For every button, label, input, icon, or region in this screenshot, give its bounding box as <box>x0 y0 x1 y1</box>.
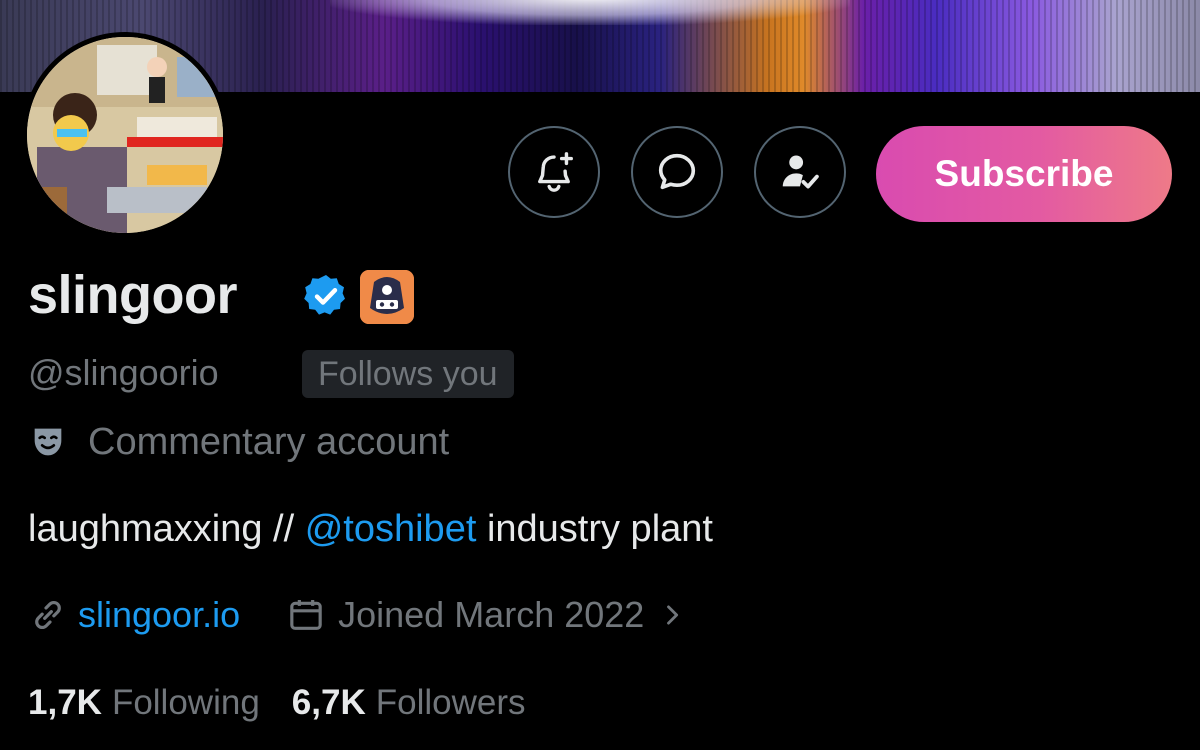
affiliate-badge-icon[interactable] <box>360 270 414 324</box>
profile-meta: slingoor.io Joined March 2022 <box>28 592 686 638</box>
calendar-icon <box>290 600 322 630</box>
following-label: Following <box>111 683 260 722</box>
avatar-image <box>27 37 223 233</box>
account-label-text: Commentary account <box>88 420 450 463</box>
bio-text: laughmaxxing // <box>28 508 305 550</box>
link-icon <box>35 600 61 630</box>
theater-mask-icon <box>34 428 62 456</box>
website-link[interactable]: slingoor.io <box>78 594 240 636</box>
chevron-right-icon[interactable] <box>658 601 686 629</box>
verified-badge-icon[interactable] <box>302 272 350 320</box>
profile-stats: 1,7K Following 6,7K Followers <box>28 680 526 726</box>
bell-plus-icon <box>538 152 573 192</box>
joined-date[interactable]: Joined March 2022 <box>338 594 644 636</box>
following-button[interactable] <box>754 126 846 218</box>
profile-handle: @slingoorio <box>28 352 219 393</box>
display-name: slingoor <box>28 265 238 325</box>
message-button[interactable] <box>631 126 723 218</box>
following-count: 1,7K <box>28 683 102 722</box>
following-stat[interactable]: 1,7K Following <box>28 683 260 723</box>
account-label[interactable]: Commentary account <box>28 420 449 464</box>
user-check-icon <box>782 155 819 189</box>
followers-count: 6,7K <box>291 683 366 722</box>
profile-bio: laughmaxxing // @toshibet industry plant <box>28 508 713 551</box>
subscribe-button[interactable]: Subscribe <box>876 126 1172 222</box>
followers-label: Followers <box>375 683 526 722</box>
notifications-button[interactable] <box>508 126 600 218</box>
bio-mention-link[interactable]: @toshibet <box>305 508 477 550</box>
bio-text-suffix: industry plant <box>476 508 713 550</box>
message-bubble-icon <box>658 153 696 190</box>
follows-you-badge: Follows you <box>302 350 514 398</box>
profile-avatar[interactable] <box>22 32 228 238</box>
followers-stat[interactable]: 6,7K Followers <box>292 683 526 723</box>
